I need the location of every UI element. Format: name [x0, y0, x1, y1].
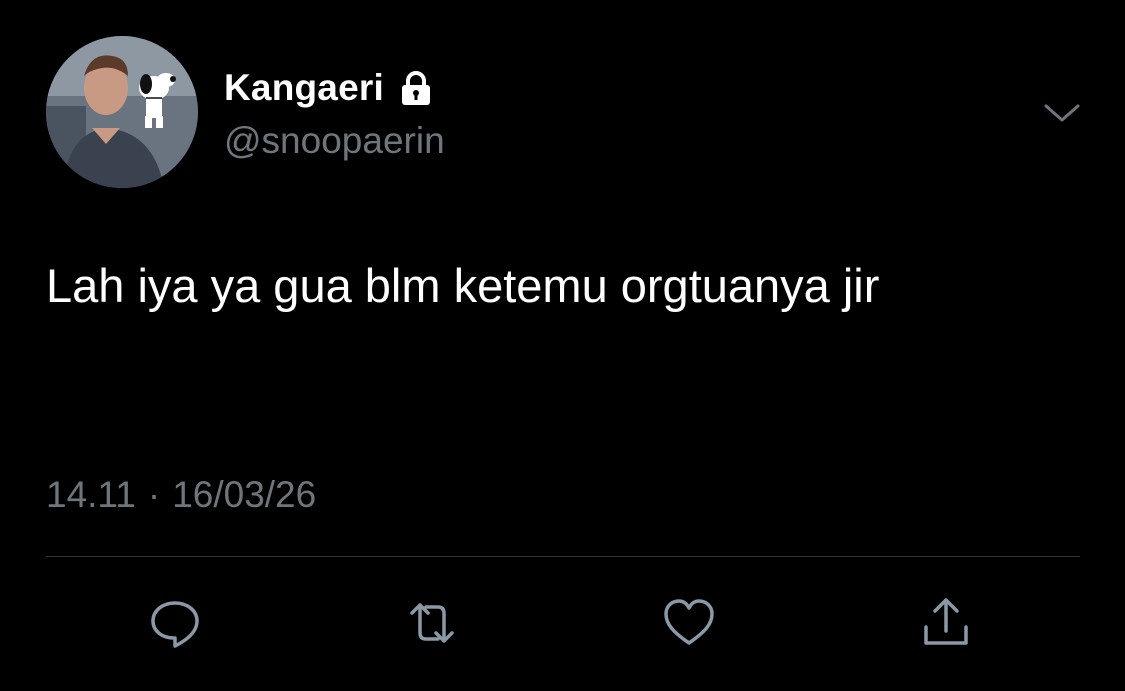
- action-bar: [0, 588, 1125, 658]
- user-handle[interactable]: @snoopaerin: [224, 120, 445, 162]
- tweet-text: Lah iya ya gua blm ketemu orgtuanya jir: [46, 259, 880, 312]
- tweet-card: Kangaeri @snoopaerin Lah iya ya gua blm …: [0, 0, 1125, 691]
- avatar-image: [46, 36, 198, 188]
- share-icon: [924, 598, 968, 645]
- share-button[interactable]: [911, 588, 981, 658]
- like-button[interactable]: [654, 588, 724, 658]
- retweet-icon: [410, 603, 454, 643]
- reply-icon: [151, 601, 199, 648]
- lock-icon: [396, 68, 436, 108]
- reply-button[interactable]: [140, 588, 210, 658]
- meta-separator: ·: [147, 474, 161, 515]
- chevron-down-icon[interactable]: [1042, 98, 1082, 128]
- heart-icon: [664, 599, 714, 645]
- divider: [46, 556, 1080, 557]
- tweet-date: 16/03/26: [172, 474, 317, 515]
- tweet-timestamp[interactable]: 14.11 · 16/03/26: [46, 474, 316, 516]
- name-row: Kangaeri: [224, 66, 436, 110]
- retweet-button[interactable]: [397, 588, 467, 658]
- avatar[interactable]: [46, 36, 198, 188]
- display-name[interactable]: Kangaeri: [224, 67, 384, 109]
- tweet-time: 14.11: [46, 474, 136, 515]
